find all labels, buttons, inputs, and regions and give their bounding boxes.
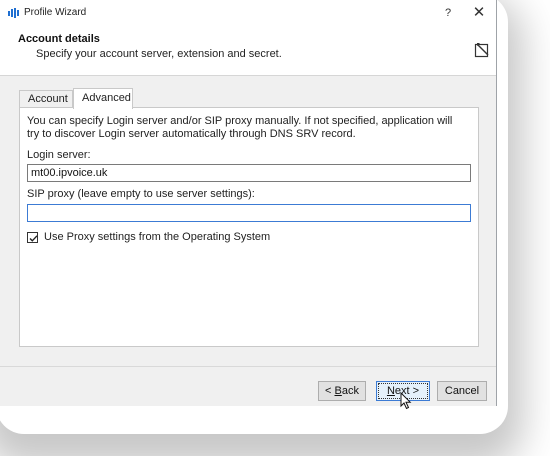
sip-proxy-label: SIP proxy (leave empty to use server set…	[27, 188, 255, 200]
help-button[interactable]: ?	[440, 5, 456, 21]
window-title: Profile Wizard	[24, 7, 87, 18]
close-button[interactable]: ✕	[470, 4, 488, 22]
screenshot-stage: Profile Wizard ? ✕ Account details Speci…	[0, 0, 550, 456]
login-server-label: Login server:	[27, 149, 91, 161]
tab-account[interactable]: Account	[19, 90, 73, 108]
advanced-tab-panel: You can specify Login server and/or SIP …	[19, 107, 479, 347]
back-button-mnemonic: B	[334, 385, 342, 397]
sip-proxy-input[interactable]	[27, 204, 471, 222]
wizard-footer: < Back Next > Cancel	[0, 366, 496, 406]
login-server-input[interactable]	[27, 164, 471, 182]
use-proxy-label: Use Proxy settings from the Operating Sy…	[44, 231, 271, 243]
info-text: You can specify Login server and/or SIP …	[27, 115, 453, 140]
cancel-button[interactable]: Cancel	[437, 381, 487, 401]
page-title: Account details	[18, 33, 100, 45]
back-button-rest: ack	[341, 385, 359, 397]
app-icon	[8, 8, 20, 18]
page-subtitle: Specify your account server, extension a…	[36, 48, 282, 60]
use-proxy-row[interactable]: Use Proxy settings from the Operating Sy…	[27, 230, 270, 244]
use-proxy-checkbox[interactable]	[27, 231, 38, 243]
back-button-prefix: <	[325, 385, 335, 397]
back-button[interactable]: < Back	[318, 381, 366, 401]
wizard-header: Account details Specify your account ser…	[0, 26, 496, 76]
checkmark-icon	[29, 234, 38, 242]
tab-advanced[interactable]: Advanced	[73, 88, 133, 109]
mouse-pointer-icon	[400, 391, 412, 410]
profile-wizard-dialog: Profile Wizard ? ✕ Account details Speci…	[0, 0, 497, 406]
wizard-edit-icon	[474, 42, 490, 58]
title-bar[interactable]: Profile Wizard ? ✕	[0, 0, 496, 26]
